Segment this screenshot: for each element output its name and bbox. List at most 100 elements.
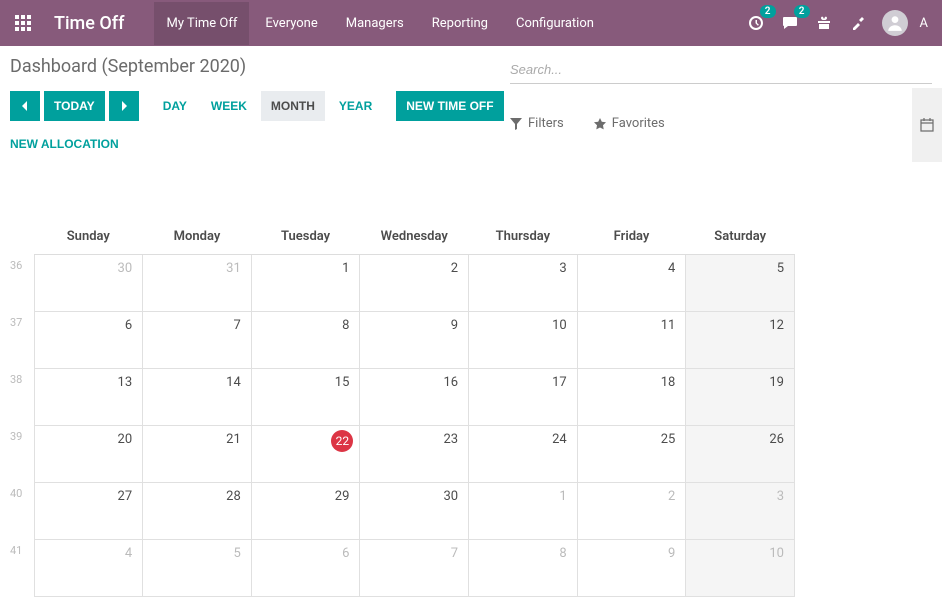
calendar-cell[interactable]: 16 bbox=[360, 369, 469, 426]
filters-button[interactable]: Filters bbox=[510, 116, 564, 131]
user-initial[interactable]: A bbox=[920, 16, 928, 31]
day-number: 10 bbox=[769, 546, 784, 561]
day-number: 26 bbox=[769, 432, 784, 447]
week-number: 37 bbox=[10, 312, 34, 369]
nav-everyone[interactable]: Everyone bbox=[253, 2, 329, 45]
calendar-cell[interactable]: 31 bbox=[143, 255, 252, 312]
calendar-cell[interactable]: 7 bbox=[143, 312, 252, 369]
calendar-cell[interactable]: 2 bbox=[360, 255, 469, 312]
app-title[interactable]: Time Off bbox=[54, 13, 124, 34]
search-input[interactable] bbox=[510, 56, 932, 83]
arrow-left-icon bbox=[20, 101, 30, 111]
calendar-cell[interactable]: 3 bbox=[469, 255, 578, 312]
messages-button[interactable]: 2 bbox=[780, 13, 800, 33]
calendar-cell[interactable]: 10 bbox=[469, 312, 578, 369]
tools-button[interactable] bbox=[848, 13, 868, 33]
nav-reporting[interactable]: Reporting bbox=[420, 2, 500, 45]
calendar-cell[interactable]: 2222 bbox=[251, 426, 360, 483]
day-number: 18 bbox=[661, 375, 676, 390]
day-number: 6 bbox=[342, 546, 349, 561]
nav-configuration[interactable]: Configuration bbox=[504, 2, 606, 45]
day-number: 2 bbox=[451, 261, 458, 276]
activity-button[interactable]: 2 bbox=[746, 13, 766, 33]
user-avatar[interactable] bbox=[882, 10, 908, 36]
day-number: 3 bbox=[559, 261, 566, 276]
view-week[interactable]: WEEK bbox=[201, 91, 257, 121]
day-header: Wednesday bbox=[360, 219, 469, 255]
speech-bubble-icon bbox=[782, 15, 798, 31]
calendar-cell[interactable]: 30 bbox=[34, 255, 143, 312]
calendar-cell[interactable]: 1 bbox=[469, 483, 578, 540]
day-number: 11 bbox=[661, 318, 676, 333]
activity-badge: 2 bbox=[760, 5, 776, 18]
next-button[interactable] bbox=[109, 91, 139, 121]
calendar-cell[interactable]: 29 bbox=[251, 483, 360, 540]
today-marker: 22 bbox=[331, 430, 353, 452]
view-switcher[interactable] bbox=[912, 88, 942, 162]
calendar-cell[interactable]: 30 bbox=[360, 483, 469, 540]
new-allocation-button[interactable]: NEW ALLOCATION bbox=[10, 129, 119, 159]
favorites-button[interactable]: Favorites bbox=[594, 116, 665, 131]
arrow-right-icon bbox=[119, 101, 129, 111]
calendar-cell[interactable]: 25 bbox=[577, 426, 686, 483]
favorites-label: Favorites bbox=[612, 116, 665, 131]
calendar-cell[interactable]: 15 bbox=[251, 369, 360, 426]
calendar-cell[interactable]: 5 bbox=[686, 255, 795, 312]
today-button[interactable]: TODAY bbox=[44, 91, 105, 121]
calendar-cell[interactable]: 14 bbox=[143, 369, 252, 426]
calendar-cell[interactable]: 9 bbox=[360, 312, 469, 369]
calendar-cell[interactable]: 13 bbox=[34, 369, 143, 426]
tools-icon bbox=[850, 15, 866, 31]
calendar-cell[interactable]: 1 bbox=[251, 255, 360, 312]
day-header: Saturday bbox=[686, 219, 795, 255]
calendar-cell[interactable]: 17 bbox=[469, 369, 578, 426]
calendar-cell[interactable]: 19 bbox=[686, 369, 795, 426]
calendar-cell[interactable]: 23 bbox=[360, 426, 469, 483]
calendar-cell[interactable]: 8 bbox=[251, 312, 360, 369]
funnel-icon bbox=[510, 118, 522, 130]
clock-icon bbox=[748, 15, 764, 31]
nav-my-time-off[interactable]: My Time Off bbox=[154, 2, 249, 45]
view-day[interactable]: DAY bbox=[153, 91, 197, 121]
calendar-cell[interactable]: 4 bbox=[577, 255, 686, 312]
view-year[interactable]: YEAR bbox=[329, 91, 382, 121]
calendar-cell[interactable]: 21 bbox=[143, 426, 252, 483]
calendar-cell[interactable]: 3 bbox=[686, 483, 795, 540]
calendar-grid: SundayMondayTuesdayWednesdayThursdayFrid… bbox=[10, 219, 795, 597]
gift-button[interactable] bbox=[814, 13, 834, 33]
day-number: 25 bbox=[661, 432, 676, 447]
day-number: 3 bbox=[777, 489, 784, 504]
new-time-off-button[interactable]: NEW TIME OFF bbox=[396, 91, 503, 121]
day-number: 8 bbox=[342, 318, 349, 333]
week-number: 39 bbox=[10, 426, 34, 483]
calendar-cell[interactable]: 27 bbox=[34, 483, 143, 540]
calendar-cell[interactable]: 2 bbox=[577, 483, 686, 540]
calendar-cell[interactable]: 20 bbox=[34, 426, 143, 483]
day-number: 10 bbox=[552, 318, 567, 333]
day-number: 20 bbox=[118, 432, 133, 447]
apps-grid-icon bbox=[15, 15, 31, 31]
calendar-cell[interactable]: 28 bbox=[143, 483, 252, 540]
day-number: 30 bbox=[118, 261, 133, 276]
calendar-cell[interactable]: 26 bbox=[686, 426, 795, 483]
day-header: Thursday bbox=[469, 219, 578, 255]
day-number: 16 bbox=[443, 375, 458, 390]
day-number: 8 bbox=[559, 546, 566, 561]
calendar-cell[interactable]: 12 bbox=[686, 312, 795, 369]
day-header: Tuesday bbox=[251, 219, 360, 255]
view-month[interactable]: MONTH bbox=[261, 91, 325, 121]
prev-button[interactable] bbox=[10, 91, 40, 121]
calendar-cell[interactable]: 6 bbox=[34, 312, 143, 369]
day-number: 2 bbox=[668, 489, 675, 504]
apps-menu-button[interactable] bbox=[0, 0, 46, 46]
day-number: 19 bbox=[769, 375, 784, 390]
day-number: 29 bbox=[335, 489, 350, 504]
nav-managers[interactable]: Managers bbox=[334, 2, 416, 45]
day-number: 9 bbox=[668, 546, 675, 561]
calendar-cell[interactable]: 24 bbox=[469, 426, 578, 483]
day-number: 27 bbox=[118, 489, 133, 504]
calendar-icon bbox=[920, 118, 934, 132]
calendar-cell[interactable]: 11 bbox=[577, 312, 686, 369]
calendar-cell[interactable]: 18 bbox=[577, 369, 686, 426]
day-number: 5 bbox=[233, 546, 240, 561]
